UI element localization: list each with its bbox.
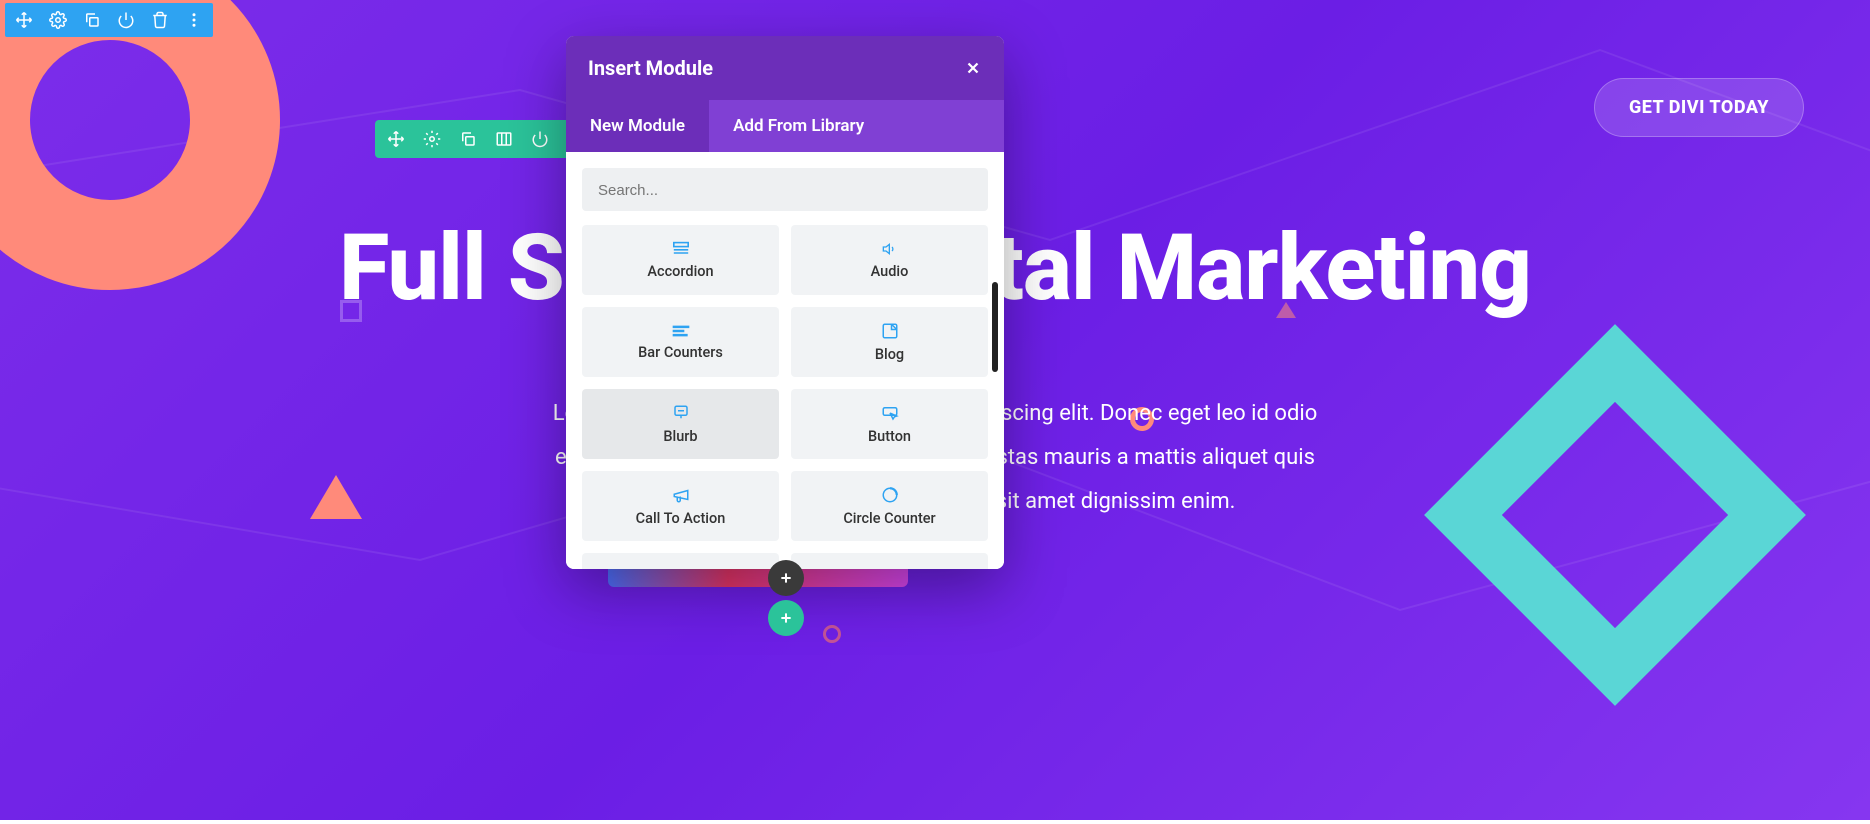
module-label: Bar Counters	[638, 344, 723, 361]
gear-icon[interactable]	[421, 128, 443, 150]
module-blog[interactable]: Blog	[791, 307, 988, 377]
add-module-button[interactable]	[768, 560, 804, 596]
modal-tabs: New Module Add From Library	[566, 100, 1004, 152]
module-label: Accordion	[647, 263, 713, 280]
tab-add-from-library[interactable]: Add From Library	[709, 100, 888, 152]
accordion-icon	[671, 241, 691, 257]
close-icon[interactable]	[964, 59, 982, 77]
modal-body: Accordion Audio Bar Counters Blog Blurb …	[566, 152, 1004, 569]
modal-header: Insert Module	[566, 36, 1004, 100]
module-button[interactable]: Button	[791, 389, 988, 459]
power-icon[interactable]	[529, 128, 551, 150]
row-toolbar	[375, 120, 597, 158]
duplicate-icon[interactable]	[457, 128, 479, 150]
module-label: Circle Counter	[843, 510, 935, 527]
module-label: Audio	[871, 263, 909, 280]
section-toolbar	[5, 3, 213, 37]
add-row-button[interactable]	[768, 600, 804, 636]
module-circle-counter[interactable]: Circle Counter	[791, 471, 988, 541]
audio-icon	[880, 241, 900, 257]
module-label: Blog	[875, 346, 904, 363]
button-icon	[880, 404, 900, 422]
blog-icon	[880, 322, 900, 340]
move-icon[interactable]	[13, 9, 35, 31]
move-icon[interactable]	[385, 128, 407, 150]
search-wrap	[582, 168, 988, 211]
insert-module-modal: Insert Module New Module Add From Librar…	[566, 36, 1004, 569]
decor-small-circle-outline	[823, 625, 841, 643]
tab-new-module[interactable]: New Module	[566, 100, 709, 152]
columns-icon[interactable]	[493, 128, 515, 150]
module-label: Call To Action	[636, 510, 726, 527]
bars-icon	[671, 324, 691, 338]
module-audio[interactable]: Audio	[791, 225, 988, 295]
power-icon[interactable]	[115, 9, 137, 31]
module-call-to-action[interactable]: Call To Action	[582, 471, 779, 541]
get-divi-button[interactable]: GET DIVI TODAY	[1594, 78, 1804, 137]
duplicate-icon[interactable]	[81, 9, 103, 31]
module-label: Button	[868, 428, 911, 445]
module-comments[interactable]	[791, 553, 988, 569]
cta-icon	[671, 486, 691, 504]
modal-title: Insert Module	[588, 56, 713, 80]
module-code[interactable]	[582, 553, 779, 569]
circle-counter-icon	[880, 486, 900, 504]
module-blurb[interactable]: Blurb	[582, 389, 779, 459]
more-icon[interactable]	[183, 9, 205, 31]
blurb-icon	[671, 404, 691, 422]
module-accordion[interactable]: Accordion	[582, 225, 779, 295]
module-bar-counters[interactable]: Bar Counters	[582, 307, 779, 377]
trash-icon[interactable]	[149, 9, 171, 31]
gear-icon[interactable]	[47, 9, 69, 31]
module-label: Blurb	[663, 428, 697, 445]
scrollbar-thumb[interactable]	[992, 282, 998, 372]
module-grid: Accordion Audio Bar Counters Blog Blurb …	[582, 225, 988, 569]
search-input[interactable]	[598, 182, 972, 199]
